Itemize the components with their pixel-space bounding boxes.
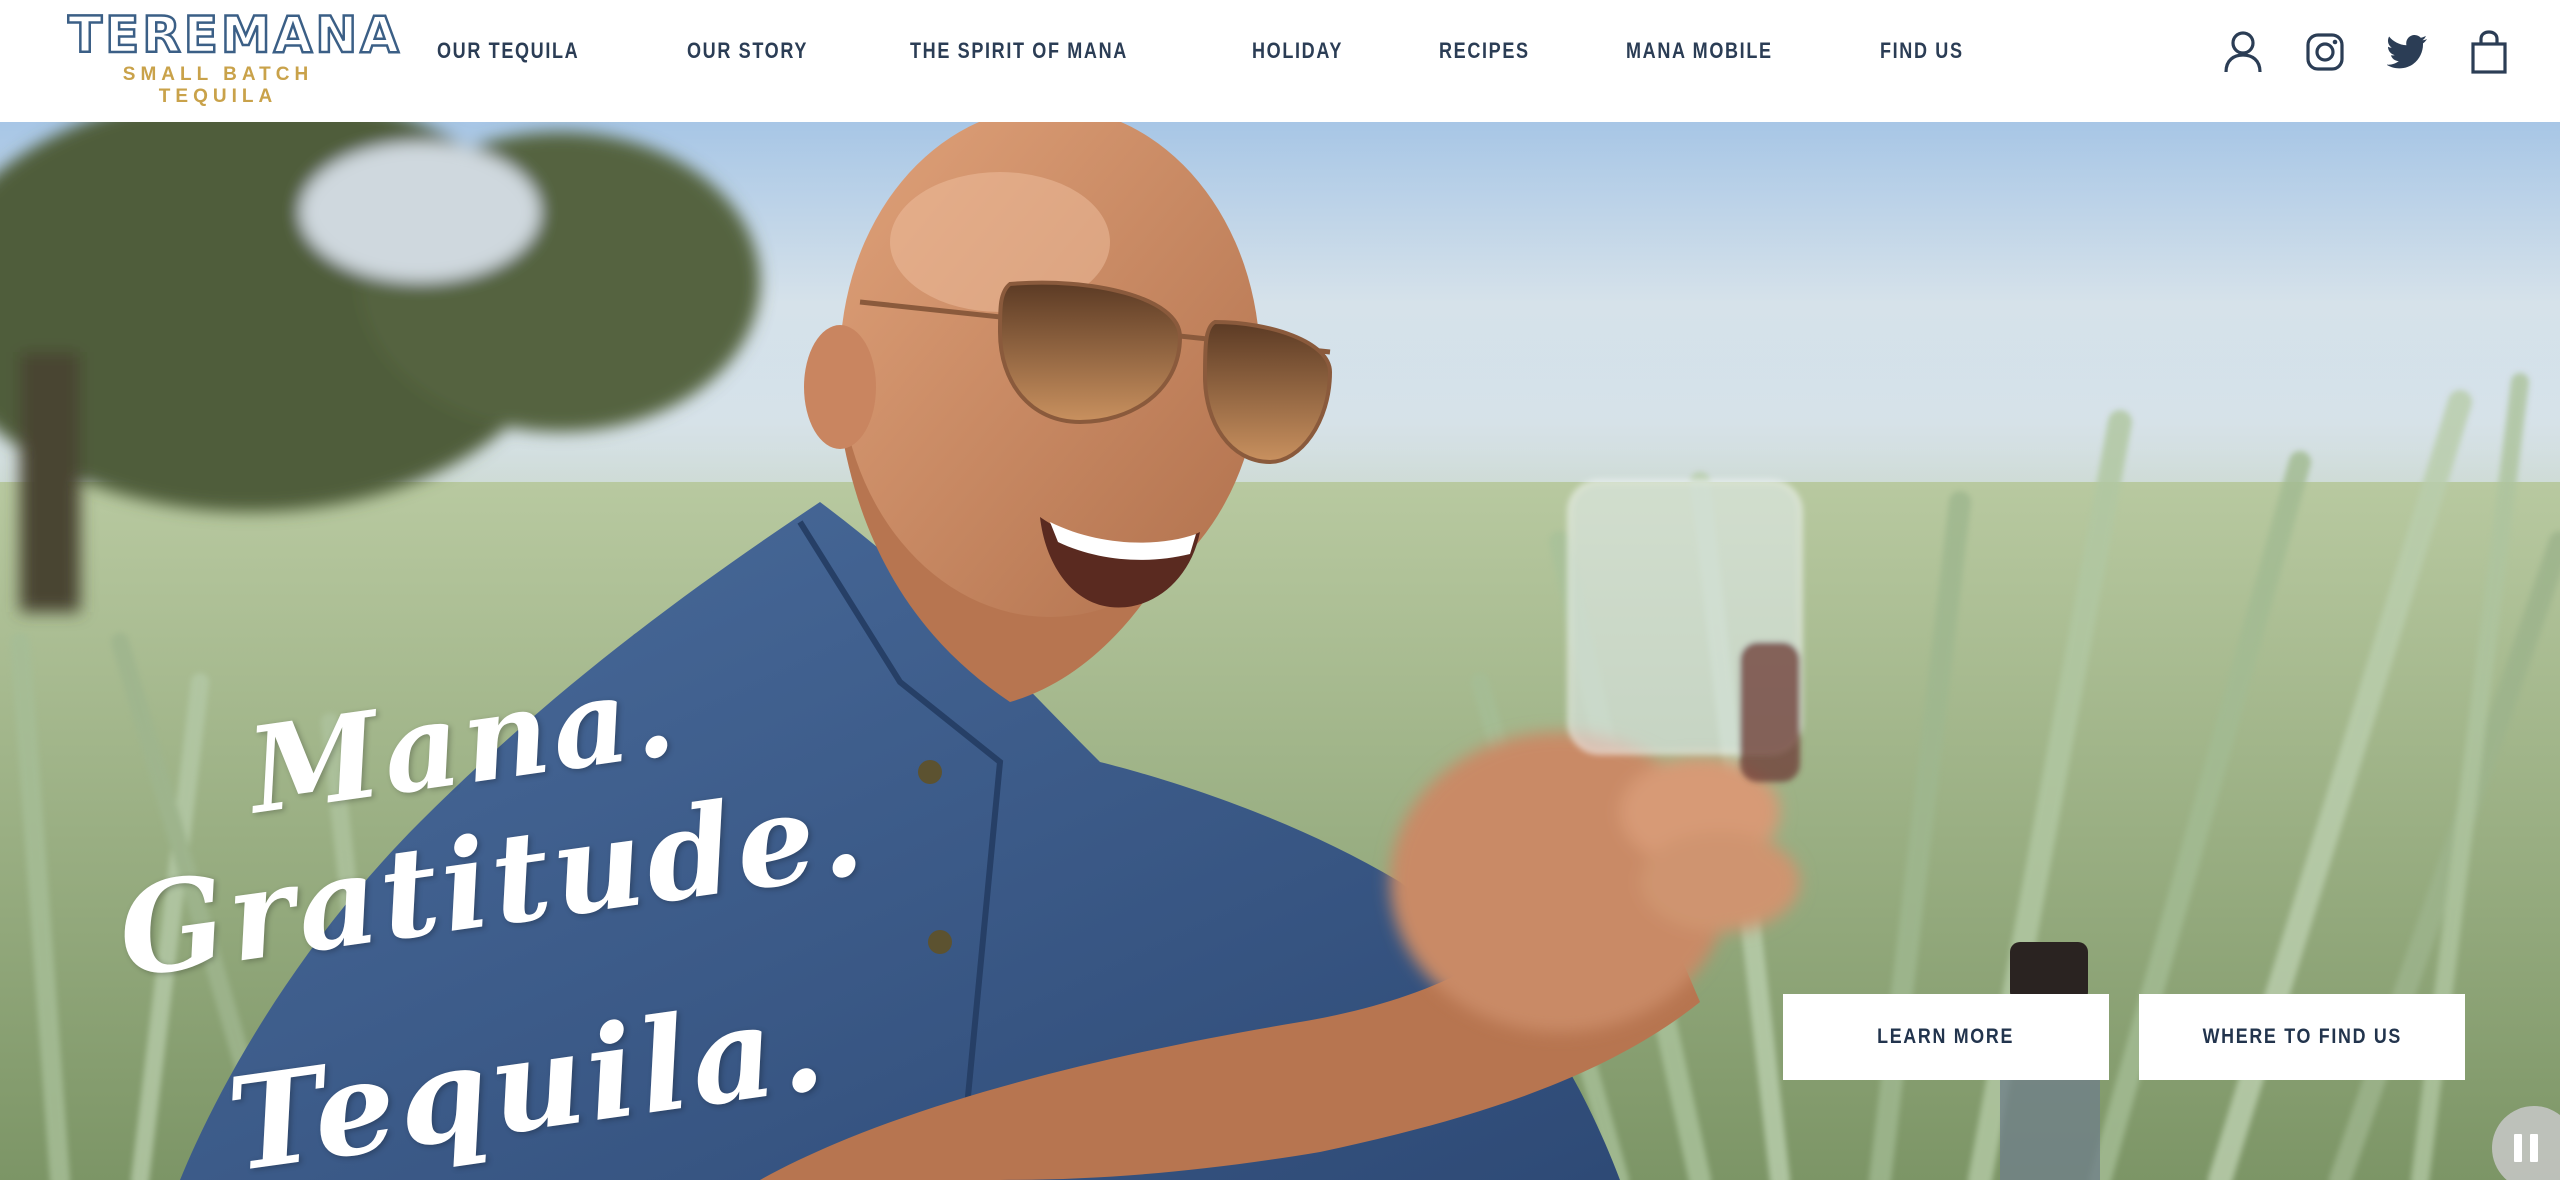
logo-wordmark: TEREMANA xyxy=(67,6,402,64)
learn-more-button[interactable]: LEARN MORE xyxy=(1783,994,2109,1080)
where-to-find-us-button[interactable]: WHERE TO FIND US xyxy=(2139,994,2465,1080)
instagram-icon[interactable] xyxy=(2302,29,2348,75)
pause-icon xyxy=(2514,1134,2546,1162)
where-to-find-us-label: WHERE TO FIND US xyxy=(2202,1025,2402,1048)
main-nav: OUR TEQUILA OUR STORY THE SPIRIT OF MANA… xyxy=(437,36,2058,66)
nav-mana-mobile[interactable]: MANA MOBILE xyxy=(1626,38,1773,64)
nav-our-tequila[interactable]: OUR TEQUILA xyxy=(437,38,579,64)
nav-spirit-of-mana[interactable]: THE SPIRIT OF MANA xyxy=(910,38,1128,64)
nav-our-story[interactable]: OUR STORY xyxy=(687,38,808,64)
nav-holiday[interactable]: HOLIDAY xyxy=(1252,38,1343,64)
logo-tagline: SMALL BATCH TEQUILA xyxy=(122,64,314,107)
site-header: TEREMANA SMALL BATCH TEQUILA OUR TEQUILA… xyxy=(0,0,2560,122)
teremana-logo[interactable]: TEREMANA SMALL BATCH TEQUILA xyxy=(67,6,402,108)
header-icons xyxy=(2184,28,2512,76)
learn-more-label: LEARN MORE xyxy=(1877,1025,2015,1048)
twitter-icon[interactable] xyxy=(2384,29,2430,75)
nav-recipes[interactable]: RECIPES xyxy=(1439,38,1530,64)
hero-banner: Mana. Gratitude. Tequila. LEARN MORE WHE… xyxy=(0,122,2560,1180)
hero-headline: Mana. Gratitude. Tequila. xyxy=(110,643,875,1180)
headline-line-tequila: Tequila. xyxy=(219,969,836,1180)
account-icon[interactable] xyxy=(2220,29,2266,75)
nav-find-us[interactable]: FIND US xyxy=(1880,38,1964,64)
cart-icon[interactable] xyxy=(2466,29,2512,75)
